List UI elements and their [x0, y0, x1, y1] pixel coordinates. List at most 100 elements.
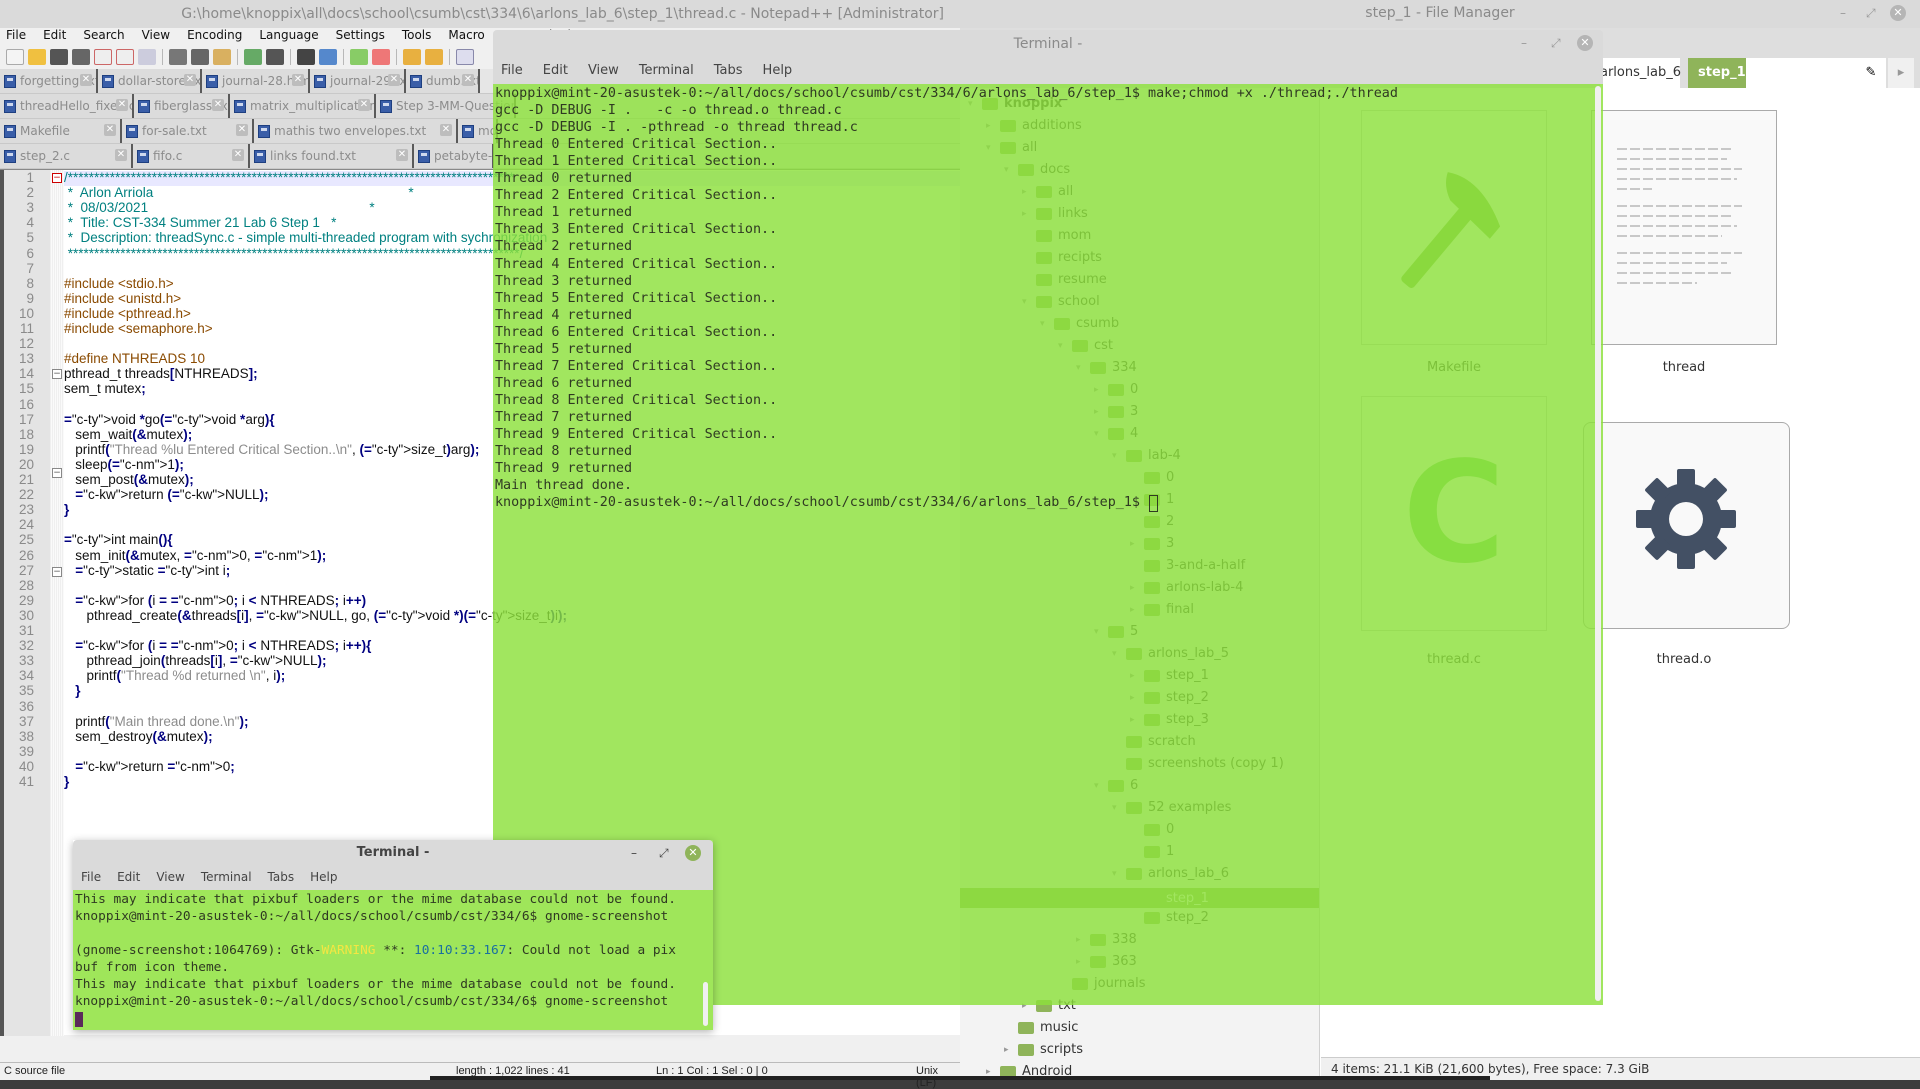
tree-item[interactable]: music: [1004, 1020, 1078, 1035]
menu-file[interactable]: File: [6, 28, 26, 46]
menu-tools[interactable]: Tools: [402, 28, 432, 46]
replace-icon[interactable]: [319, 49, 337, 65]
open-file-icon[interactable]: [28, 49, 46, 65]
breadcrumb-step-1[interactable]: step_1: [1688, 58, 1746, 89]
tab-mo[interactable]: mo: [458, 119, 498, 143]
menu-search[interactable]: Search: [83, 28, 124, 46]
close-tab-icon[interactable]: ✕: [358, 99, 370, 111]
tab-dollar-store[interactable]: dollar-store.txt ✕: [98, 69, 202, 93]
code-line: ="c-kw">return (="c-kw">NULL);: [75, 487, 269, 503]
menu-file[interactable]: File: [81, 870, 101, 890]
menu-help[interactable]: Help: [310, 870, 337, 890]
close-tab-icon[interactable]: ✕: [184, 74, 196, 86]
tab-matrix-multiplication[interactable]: matrix_multiplication.c ✕: [230, 94, 376, 118]
menu-language[interactable]: Language: [259, 28, 318, 46]
tab-journal-29[interactable]: journal-29.txt ✕: [310, 69, 406, 93]
find-icon[interactable]: [297, 49, 315, 65]
close-tab-icon[interactable]: ✕: [104, 124, 116, 136]
zoom-out-icon[interactable]: [372, 49, 390, 65]
file-item-thread-o[interactable]: [1583, 422, 1790, 629]
minimize-icon[interactable]: –: [631, 846, 637, 860]
menu-view[interactable]: View: [142, 28, 170, 46]
warning-prefix: (gnome-screenshot:1064769): Gtk-: [75, 943, 322, 958]
maximize-icon[interactable]: ⤢: [1866, 6, 1876, 21]
collapse-arrow-icon[interactable]: ▸: [1004, 1045, 1014, 1055]
close-window-icon[interactable]: ✕: [1577, 35, 1593, 51]
close-tab-icon[interactable]: ✕: [462, 74, 474, 86]
terminal-scrollbar[interactable]: [703, 982, 708, 1026]
cut-icon[interactable]: [169, 49, 187, 65]
close-tab-icon[interactable]: ✕: [292, 74, 304, 86]
sync-horizontal-icon[interactable]: [425, 49, 443, 65]
minimize-icon[interactable]: –: [1840, 6, 1846, 20]
tab-links-found[interactable]: links found.txt ✕: [250, 144, 414, 168]
word-wrap-icon[interactable]: [456, 49, 474, 65]
file-item-thread[interactable]: [1591, 110, 1777, 345]
save-icon[interactable]: [50, 49, 68, 65]
close-tab-icon[interactable]: ✕: [388, 74, 400, 86]
menu-tabs[interactable]: Tabs: [268, 870, 295, 890]
tab-journal-28[interactable]: journal-28.html ✕: [202, 69, 310, 93]
zoom-in-icon[interactable]: [350, 49, 368, 65]
tab-threadhello-fixed[interactable]: threadHello_fixed.c ✕: [0, 94, 134, 118]
tab-mathis-two-envelopes[interactable]: mathis two envelopes.txt ✕: [254, 119, 458, 143]
undo-icon[interactable]: [244, 49, 262, 65]
tab-for-sale[interactable]: for-sale.txt ✕: [122, 119, 254, 143]
menu-help[interactable]: Help: [763, 63, 793, 84]
close-tab-icon[interactable]: ✕: [115, 149, 127, 161]
fold-toggle-icon[interactable]: −: [52, 173, 62, 183]
redo-icon[interactable]: [266, 49, 284, 65]
scroll-right-icon[interactable]: ▸: [1888, 58, 1914, 89]
menu-edit[interactable]: Edit: [117, 870, 140, 890]
tab-petabyte[interactable]: petabyte-ne: [414, 144, 494, 168]
line-number: 22: [18, 487, 34, 503]
menu-terminal[interactable]: Terminal: [201, 870, 252, 890]
tab-makefile[interactable]: Makefile ✕: [0, 119, 122, 143]
close-tab-icon[interactable]: ✕: [232, 149, 244, 161]
new-file-icon[interactable]: [6, 49, 24, 65]
print-icon[interactable]: [138, 49, 156, 65]
close-tab-icon[interactable]: ✕: [80, 74, 92, 86]
tree-item[interactable]: ▸ scripts: [1004, 1042, 1083, 1057]
menu-settings[interactable]: Settings: [336, 28, 385, 46]
tab-fiberglass[interactable]: fiberglass.txt ✕: [134, 94, 230, 118]
close-tab-icon[interactable]: ✕: [116, 99, 128, 111]
close-tab-icon[interactable]: ✕: [440, 124, 452, 136]
breadcrumb-arlons-lab-6[interactable]: arlons_lab_6: [1600, 58, 1681, 89]
menu-view[interactable]: View: [588, 63, 619, 84]
close-tab-icon[interactable]: ✕: [212, 99, 224, 111]
menu-encoding[interactable]: Encoding: [187, 28, 242, 46]
tab-fifo-c[interactable]: fifo.c ✕: [133, 144, 250, 168]
menu-edit[interactable]: Edit: [43, 28, 66, 46]
tab-dumb[interactable]: dumb.txt ✕: [406, 69, 480, 93]
close-tab-icon[interactable]: ✕: [396, 149, 408, 161]
close-all-icon[interactable]: [116, 49, 134, 65]
terminal-scrollbar[interactable]: [1595, 86, 1601, 1001]
menu-terminal[interactable]: Terminal: [639, 63, 694, 84]
fold-toggle-icon[interactable]: −: [52, 468, 62, 478]
close-tab-icon[interactable]: ✕: [236, 124, 248, 136]
close-window-icon[interactable]: ✕: [685, 845, 701, 861]
menu-tabs[interactable]: Tabs: [714, 63, 743, 84]
menu-edit[interactable]: Edit: [543, 63, 568, 84]
maximize-icon[interactable]: ⤢: [659, 846, 669, 861]
close-icon[interactable]: [94, 49, 112, 65]
minimize-icon[interactable]: –: [1521, 36, 1527, 50]
maximize-icon[interactable]: ⤢: [1551, 36, 1561, 51]
tab-step-2-c[interactable]: step_2.c ✕: [0, 144, 133, 168]
copy-icon[interactable]: [191, 49, 209, 65]
fold-toggle-icon[interactable]: −: [52, 369, 62, 379]
tab-forgetting[interactable]: forgetting.txt ✕: [0, 69, 98, 93]
menu-view[interactable]: View: [156, 870, 184, 890]
paste-icon[interactable]: [213, 49, 231, 65]
edit-location-icon[interactable]: ✎: [1856, 58, 1886, 89]
collapse-arrow-icon[interactable]: ▸: [986, 1067, 996, 1077]
menu-file[interactable]: File: [501, 63, 523, 84]
sync-vertical-icon[interactable]: [403, 49, 421, 65]
terminal-output[interactable]: This may indicate that pixbuf loaders or…: [73, 890, 713, 1030]
save-all-icon[interactable]: [72, 49, 90, 65]
line-number: 1: [26, 170, 34, 185]
close-window-icon[interactable]: ✕: [1890, 5, 1906, 21]
menu-macro[interactable]: Macro: [448, 28, 484, 46]
fold-toggle-icon[interactable]: −: [52, 567, 62, 577]
